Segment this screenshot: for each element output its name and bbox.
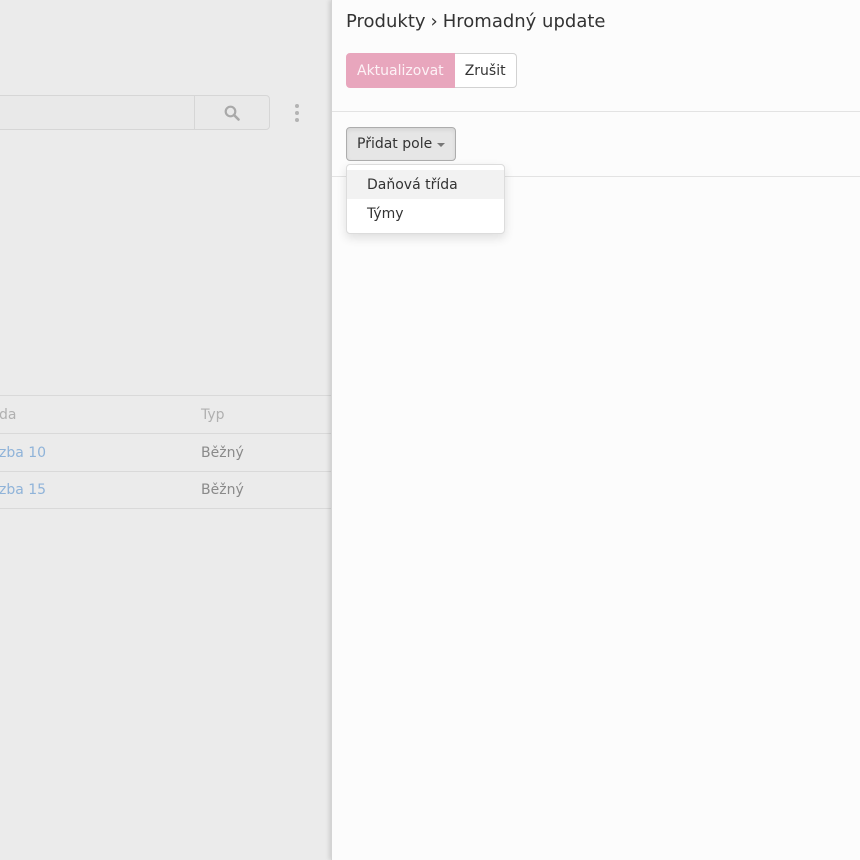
search-icon: [224, 105, 240, 121]
breadcrumb-parent[interactable]: Produkty: [346, 11, 426, 32]
add-field-label: Přidat pole: [357, 136, 433, 152]
search-input[interactable]: [0, 95, 195, 130]
cancel-button[interactable]: Zrušit: [454, 53, 517, 88]
breadcrumb-separator: ›: [430, 11, 438, 32]
table-row[interactable]: zba 15 Běžný: [0, 471, 331, 509]
record-type: Běžný: [201, 444, 244, 461]
update-button[interactable]: Aktualizovat: [346, 53, 455, 88]
add-field-button[interactable]: Přidat pole: [346, 127, 457, 161]
add-field-dropdown: Daňová třída Týmy: [346, 164, 505, 234]
caret-down-icon: [437, 143, 446, 147]
panel-header: Produkty › Hromadný update Aktualizovat Zr…: [332, 0, 860, 112]
dropdown-option-tax-class[interactable]: Daňová třída: [347, 170, 504, 199]
table-header-row: da Typ: [0, 395, 331, 433]
dropdown-option-teams[interactable]: Týmy: [347, 199, 504, 228]
column-header-type[interactable]: Typ: [201, 407, 225, 423]
search-button[interactable]: [194, 95, 270, 130]
record-name-link[interactable]: zba 15: [0, 482, 46, 498]
breadcrumb-current: Hromadný update: [442, 11, 606, 32]
background-list-view: da Typ zba 10 Běžný zba 15 Běžný: [0, 0, 331, 860]
records-table: da Typ zba 10 Běžný zba 15 Běžný: [0, 395, 331, 509]
breadcrumb: Produkty › Hromadný update: [346, 11, 605, 32]
table-row[interactable]: zba 10 Běžný: [0, 433, 331, 471]
mass-update-panel: Produkty › Hromadný update Aktualizovat Zr…: [331, 0, 860, 860]
action-buttons: Aktualizovat Zrušit: [346, 53, 517, 88]
record-type: Běžný: [201, 482, 244, 498]
record-name-link[interactable]: zba 10: [0, 445, 46, 461]
column-header-name[interactable]: da: [0, 407, 16, 423]
kebab-menu-icon[interactable]: [292, 102, 302, 124]
